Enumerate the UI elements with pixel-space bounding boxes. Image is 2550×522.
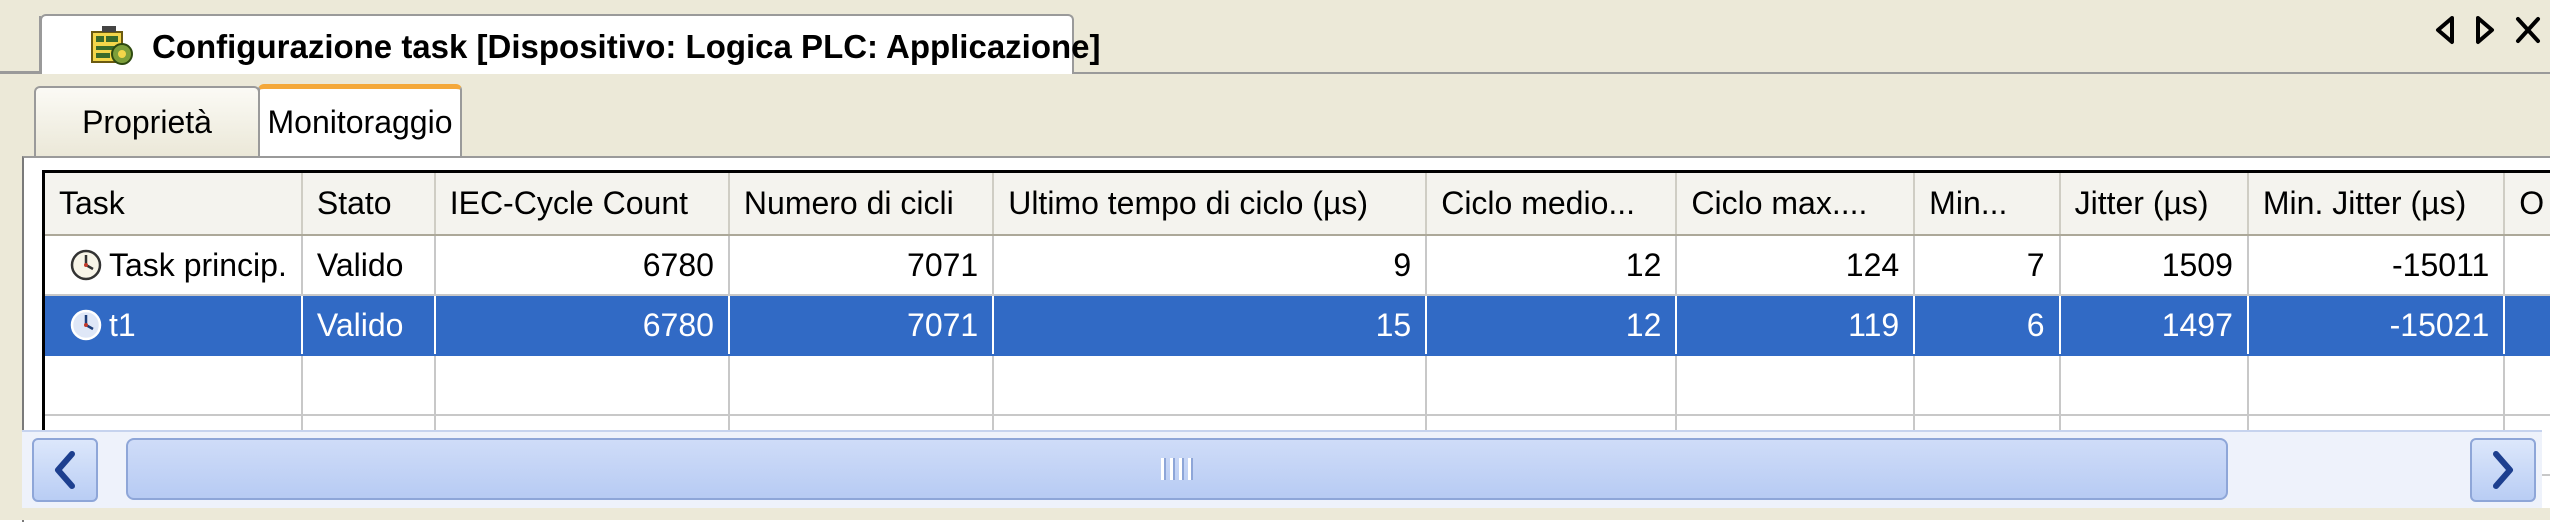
empty-cell: [434, 355, 730, 416]
min-cell: 6: [1914, 295, 2061, 356]
column-header-jitter[interactable]: Jitter (µs): [2059, 173, 2249, 236]
document-nav: [2434, 12, 2542, 52]
stato-cell: Valido: [301, 295, 436, 356]
task-clock-icon: [70, 249, 102, 281]
chevron-right-icon: [2493, 451, 2513, 489]
empty-cell: [728, 355, 995, 416]
task-name-cell: t1: [45, 295, 303, 356]
column-header-ciclo-medio[interactable]: Ciclo medio...: [1426, 173, 1678, 236]
column-header-min-jitter[interactable]: Min. Jitter (µs): [2247, 173, 2506, 236]
min-jitter-cell: -15021: [2247, 295, 2506, 356]
document-tab[interactable]: Configurazione task [Dispositivo: Logica…: [40, 14, 1101, 74]
min-jitter-cell: -15011: [2247, 235, 2506, 296]
ciclo-medio-cell: 12: [1426, 295, 1678, 356]
numero-cicli-cell: 7071: [728, 235, 995, 296]
empty-cell: [1676, 355, 1916, 416]
column-header-min[interactable]: Min...: [1914, 173, 2061, 236]
empty-cell: [993, 355, 1428, 416]
tab-monitoraggio[interactable]: Monitoraggio: [258, 84, 462, 156]
task-name: t1: [109, 306, 136, 343]
horizontal-scrollbar[interactable]: [22, 430, 2542, 508]
o-cell: [2504, 235, 2550, 296]
stato-cell: Valido: [301, 235, 436, 296]
triangle-right-icon[interactable]: [2474, 15, 2496, 50]
task-configuration-window: Configurazione task [Dispositivo: Logica…: [0, 0, 2550, 522]
empty-cell: [1426, 355, 1678, 416]
scroll-left-button[interactable]: [32, 438, 98, 502]
tab-proprieta[interactable]: Proprietà: [34, 86, 260, 156]
iec-cycle-count-cell: 6780: [434, 235, 730, 296]
table-header-row: Task Stato IEC-Cycle Count Numero di cic…: [45, 173, 2550, 236]
grip-icon: [1161, 458, 1193, 480]
min-cell: 7: [1914, 235, 2061, 296]
ultimo-tempo-cell: 9: [993, 235, 1428, 296]
task-clock-icon: [70, 309, 102, 341]
table-row[interactable]: Task princip. Valido 6780 7071 9 12 124 …: [45, 235, 2550, 296]
window-bottom-edge: [0, 508, 2550, 520]
scroll-thumb[interactable]: [126, 438, 2228, 500]
scroll-right-button[interactable]: [2470, 438, 2536, 502]
empty-cell: [2059, 355, 2249, 416]
document-tab-strip: Configurazione task [Dispositivo: Logica…: [0, 0, 2550, 74]
empty-cell: [45, 355, 303, 416]
empty-cell: [2504, 355, 2550, 416]
ciclo-max-cell: 119: [1676, 295, 1916, 356]
task-name: Task princip.: [109, 246, 287, 283]
task-config-icon: [91, 26, 133, 65]
ultimo-tempo-cell: 15: [993, 295, 1428, 356]
document-tab-title: Configurazione task [Dispositivo: Logica…: [152, 28, 1101, 65]
empty-cell: [301, 355, 436, 416]
column-header-ciclo-max[interactable]: Ciclo max....: [1676, 173, 1916, 236]
ciclo-medio-cell: 12: [1426, 235, 1678, 296]
column-header-o[interactable]: O: [2504, 173, 2550, 236]
close-icon[interactable]: [2514, 15, 2542, 50]
view-tabs: Proprietà Monitoraggio: [0, 74, 2550, 156]
column-header-stato[interactable]: Stato: [301, 173, 436, 236]
column-header-iec-cycle-count[interactable]: IEC-Cycle Count: [434, 173, 730, 236]
ciclo-max-cell: 124: [1676, 235, 1916, 296]
numero-cicli-cell: 7071: [728, 295, 995, 356]
empty-cell: [2247, 355, 2506, 416]
task-name-cell: Task princip.: [45, 235, 303, 296]
table-row-selected[interactable]: t1 Valido 6780 7071 15 12 119 6 1497 -15…: [45, 295, 2550, 356]
column-header-ultimo-tempo[interactable]: Ultimo tempo di ciclo (µs): [993, 173, 1428, 236]
o-cell: [2504, 295, 2550, 356]
triangle-left-icon[interactable]: [2434, 15, 2456, 50]
jitter-cell: 1509: [2059, 235, 2249, 296]
table-row-empty: [45, 355, 2550, 416]
column-header-numero-cicli[interactable]: Numero di cicli: [728, 173, 995, 236]
iec-cycle-count-cell: 6780: [434, 295, 730, 356]
column-header-task[interactable]: Task: [45, 173, 303, 236]
chevron-left-icon: [55, 451, 75, 489]
jitter-cell: 1497: [2059, 295, 2249, 356]
empty-cell: [1914, 355, 2061, 416]
